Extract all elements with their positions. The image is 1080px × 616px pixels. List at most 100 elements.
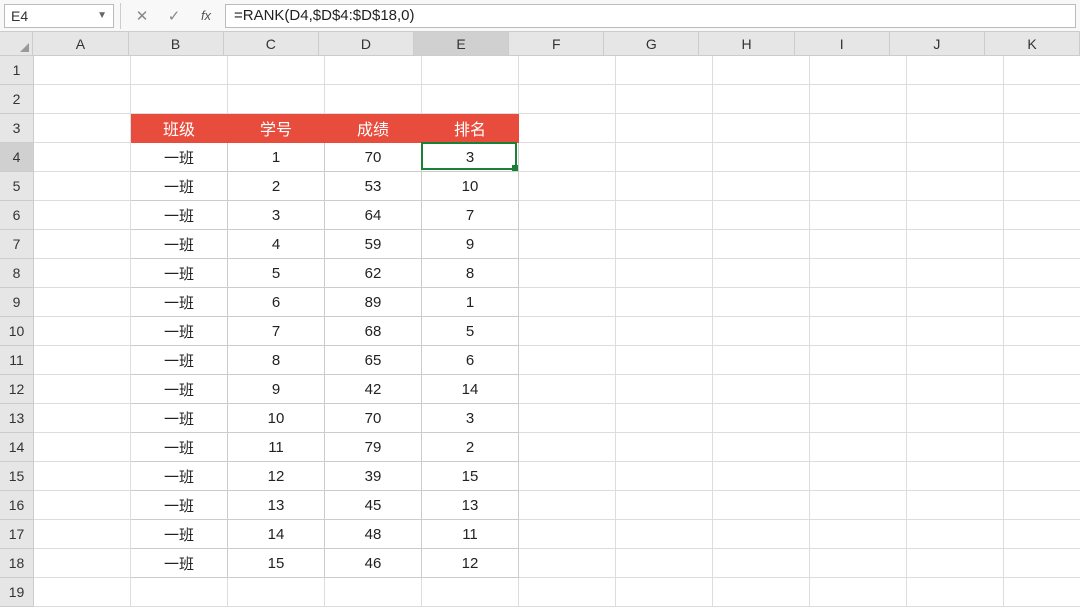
column-header-D[interactable]: D	[319, 32, 414, 56]
cell-H4[interactable]	[713, 143, 810, 172]
cell-I18[interactable]	[810, 549, 907, 578]
cell-D7[interactable]: 59	[325, 230, 422, 259]
cell-H12[interactable]	[713, 375, 810, 404]
cell-J7[interactable]	[907, 230, 1004, 259]
cell-A9[interactable]	[34, 288, 131, 317]
cell-H11[interactable]	[713, 346, 810, 375]
cell-E14[interactable]: 2	[422, 433, 519, 462]
cell-K13[interactable]	[1004, 404, 1080, 433]
cell-D14[interactable]: 79	[325, 433, 422, 462]
cell-C10[interactable]: 7	[228, 317, 325, 346]
cell-J3[interactable]	[907, 114, 1004, 143]
cell-B12[interactable]: 一班	[131, 375, 228, 404]
cell-K8[interactable]	[1004, 259, 1080, 288]
cell-F6[interactable]	[519, 201, 616, 230]
cell-A15[interactable]	[34, 462, 131, 491]
cell-A2[interactable]	[34, 85, 131, 114]
cell-H13[interactable]	[713, 404, 810, 433]
cell-E2[interactable]	[422, 85, 519, 114]
cell-G3[interactable]	[616, 114, 713, 143]
cell-I1[interactable]	[810, 56, 907, 85]
row-header-7[interactable]: 7	[0, 230, 34, 259]
cell-C14[interactable]: 11	[228, 433, 325, 462]
cell-G4[interactable]	[616, 143, 713, 172]
cell-K16[interactable]	[1004, 491, 1080, 520]
fx-icon[interactable]: fx	[197, 8, 215, 23]
cell-F16[interactable]	[519, 491, 616, 520]
cell-I12[interactable]	[810, 375, 907, 404]
cell-F15[interactable]	[519, 462, 616, 491]
cell-B19[interactable]	[131, 578, 228, 607]
cell-J18[interactable]	[907, 549, 1004, 578]
cell-C3[interactable]: 学号	[228, 114, 325, 143]
cell-I7[interactable]	[810, 230, 907, 259]
cell-C17[interactable]: 14	[228, 520, 325, 549]
cell-E3[interactable]: 排名	[422, 114, 519, 143]
cell-H7[interactable]	[713, 230, 810, 259]
cell-G12[interactable]	[616, 375, 713, 404]
cell-F1[interactable]	[519, 56, 616, 85]
cell-A19[interactable]	[34, 578, 131, 607]
cell-A4[interactable]	[34, 143, 131, 172]
cell-D18[interactable]: 46	[325, 549, 422, 578]
cell-J10[interactable]	[907, 317, 1004, 346]
cell-G17[interactable]	[616, 520, 713, 549]
row-header-15[interactable]: 15	[0, 462, 34, 491]
column-header-J[interactable]: J	[890, 32, 985, 56]
cell-E13[interactable]: 3	[422, 404, 519, 433]
cell-B10[interactable]: 一班	[131, 317, 228, 346]
cell-grid[interactable]: 班级学号成绩排名一班1703一班25310一班3647一班4599一班5628一…	[34, 56, 1080, 607]
cell-C11[interactable]: 8	[228, 346, 325, 375]
cell-K10[interactable]	[1004, 317, 1080, 346]
cell-G9[interactable]	[616, 288, 713, 317]
cell-C16[interactable]: 13	[228, 491, 325, 520]
column-header-A[interactable]: A	[33, 32, 128, 56]
cell-A7[interactable]	[34, 230, 131, 259]
cell-E17[interactable]: 11	[422, 520, 519, 549]
cell-H16[interactable]	[713, 491, 810, 520]
cell-H1[interactable]	[713, 56, 810, 85]
cell-F19[interactable]	[519, 578, 616, 607]
cell-D12[interactable]: 42	[325, 375, 422, 404]
cell-F13[interactable]	[519, 404, 616, 433]
cell-C5[interactable]: 2	[228, 172, 325, 201]
cell-C12[interactable]: 9	[228, 375, 325, 404]
cell-E8[interactable]: 8	[422, 259, 519, 288]
cell-K1[interactable]	[1004, 56, 1080, 85]
row-header-4[interactable]: 4	[0, 143, 34, 172]
cell-G8[interactable]	[616, 259, 713, 288]
cell-K17[interactable]	[1004, 520, 1080, 549]
cell-C13[interactable]: 10	[228, 404, 325, 433]
cell-K14[interactable]	[1004, 433, 1080, 462]
cell-I9[interactable]	[810, 288, 907, 317]
chevron-down-icon[interactable]: ▼	[97, 10, 107, 21]
cell-I11[interactable]	[810, 346, 907, 375]
cell-A16[interactable]	[34, 491, 131, 520]
cell-G14[interactable]	[616, 433, 713, 462]
cell-F11[interactable]	[519, 346, 616, 375]
cell-J6[interactable]	[907, 201, 1004, 230]
cell-G6[interactable]	[616, 201, 713, 230]
cell-A12[interactable]	[34, 375, 131, 404]
cell-B16[interactable]: 一班	[131, 491, 228, 520]
cell-G15[interactable]	[616, 462, 713, 491]
cell-E4[interactable]: 3	[422, 143, 519, 172]
cell-G1[interactable]	[616, 56, 713, 85]
cell-H18[interactable]	[713, 549, 810, 578]
cell-B1[interactable]	[131, 56, 228, 85]
cell-A14[interactable]	[34, 433, 131, 462]
cell-K19[interactable]	[1004, 578, 1080, 607]
row-header-17[interactable]: 17	[0, 520, 34, 549]
cell-I5[interactable]	[810, 172, 907, 201]
cell-A17[interactable]	[34, 520, 131, 549]
cell-E19[interactable]	[422, 578, 519, 607]
row-header-5[interactable]: 5	[0, 172, 34, 201]
cell-H5[interactable]	[713, 172, 810, 201]
column-header-C[interactable]: C	[224, 32, 319, 56]
cell-K2[interactable]	[1004, 85, 1080, 114]
cell-D4[interactable]: 70	[325, 143, 422, 172]
row-header-12[interactable]: 12	[0, 375, 34, 404]
cell-I14[interactable]	[810, 433, 907, 462]
column-header-K[interactable]: K	[985, 32, 1080, 56]
cell-I15[interactable]	[810, 462, 907, 491]
